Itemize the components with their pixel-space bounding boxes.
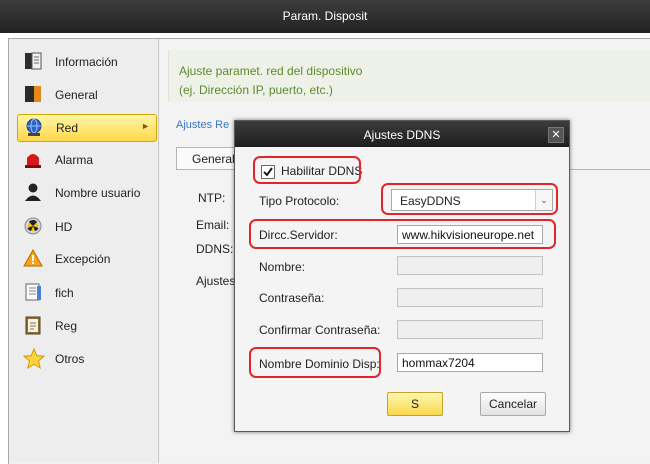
alarm-siren-icon bbox=[23, 149, 43, 169]
sidebar-item-nombre-usuario[interactable]: Nombre usuario bbox=[17, 180, 157, 206]
log-icon bbox=[23, 315, 43, 335]
user-icon bbox=[23, 182, 43, 202]
username-input[interactable] bbox=[397, 256, 543, 275]
tab-general-label: General bbox=[192, 152, 235, 166]
sidebar-item-label: Nombre usuario bbox=[55, 186, 141, 200]
sidebar-item-label: Alarma bbox=[55, 153, 94, 167]
sidebar-item-alarma[interactable]: Alarma bbox=[17, 147, 157, 173]
confirm-password-input[interactable] bbox=[397, 320, 543, 339]
dialog-title: Ajustes DDNS bbox=[363, 128, 441, 142]
cancel-button[interactable]: Cancelar bbox=[480, 392, 546, 416]
dialog-titlebar: Ajustes DDNS ✕ bbox=[235, 121, 569, 147]
description-line-1: Ajuste paramet. red del dispositivo bbox=[179, 64, 363, 78]
ok-button[interactable]: S bbox=[387, 392, 443, 416]
sidebar-item-label: Otros bbox=[55, 352, 85, 366]
sidebar-item-label: fich bbox=[55, 286, 74, 300]
username-label: Nombre: bbox=[259, 260, 306, 274]
sidebar-item-otros[interactable]: Otros bbox=[17, 346, 157, 372]
sidebar-item-label: Excepción bbox=[55, 252, 111, 266]
ddns-label: DDNS: bbox=[196, 242, 234, 256]
domain-input[interactable]: hommax7204 bbox=[397, 353, 543, 372]
sidebar-item-fich[interactable]: fich bbox=[17, 280, 157, 306]
sidebar-item-label: Información bbox=[55, 55, 118, 69]
password-label: Contraseña: bbox=[259, 291, 325, 305]
window-titlebar: Param. Disposit bbox=[0, 0, 650, 33]
general-book-icon bbox=[23, 84, 43, 104]
sidebar-item-label: HD bbox=[55, 220, 73, 234]
highlight-server bbox=[249, 219, 556, 249]
email-label: Email: bbox=[196, 218, 230, 232]
breadcrumb[interactable]: Ajustes Re bbox=[176, 119, 229, 131]
file-icon bbox=[23, 282, 43, 302]
description-line-2: (ej. Dirección IP, puerto, etc.) bbox=[179, 83, 333, 97]
chevron-right-icon: ► bbox=[141, 121, 150, 131]
ddns-settings-dialog: Ajustes DDNS ✕ Habilitar DDNS Tipo Proto… bbox=[234, 120, 570, 432]
sidebar-item-red[interactable]: Red ► bbox=[17, 114, 157, 142]
close-icon[interactable]: ✕ bbox=[548, 127, 564, 143]
hdd-radiation-icon bbox=[23, 216, 43, 236]
sidebar-item-general[interactable]: General bbox=[17, 82, 157, 108]
network-globe-icon bbox=[24, 117, 44, 137]
description-box: Ajuste paramet. red del dispositivo (ej.… bbox=[168, 50, 650, 102]
highlight-protocol bbox=[381, 183, 558, 215]
sidebar-item-label: General bbox=[55, 88, 98, 102]
warning-icon bbox=[23, 248, 43, 268]
window-title: Param. Disposit bbox=[282, 9, 368, 23]
protocol-label: Tipo Protocolo: bbox=[259, 194, 340, 208]
sidebar-item-excepcion[interactable]: Excepción bbox=[17, 246, 157, 272]
sidebar-item-informacion[interactable]: Información bbox=[17, 49, 157, 75]
highlight-enable-ddns bbox=[253, 156, 361, 184]
sidebar-item-label: Red bbox=[56, 121, 79, 135]
sidebar-item-hd[interactable]: HD bbox=[17, 214, 157, 240]
info-book-icon bbox=[23, 51, 43, 71]
sidebar-item-reg[interactable]: Reg bbox=[17, 313, 157, 339]
password-input[interactable] bbox=[397, 288, 543, 307]
ntp-label: NTP: bbox=[198, 191, 226, 205]
sidebar-item-label: Reg bbox=[55, 319, 78, 333]
tab-general[interactable]: General bbox=[176, 147, 236, 170]
star-icon bbox=[22, 347, 46, 370]
highlight-domain bbox=[249, 347, 381, 378]
sidebar: Información General Red ► Alarma Nombre … bbox=[9, 39, 159, 463]
ajustes-label: Ajustes bbox=[196, 274, 236, 288]
confirm-password-label: Confirmar Contraseña: bbox=[259, 323, 381, 337]
